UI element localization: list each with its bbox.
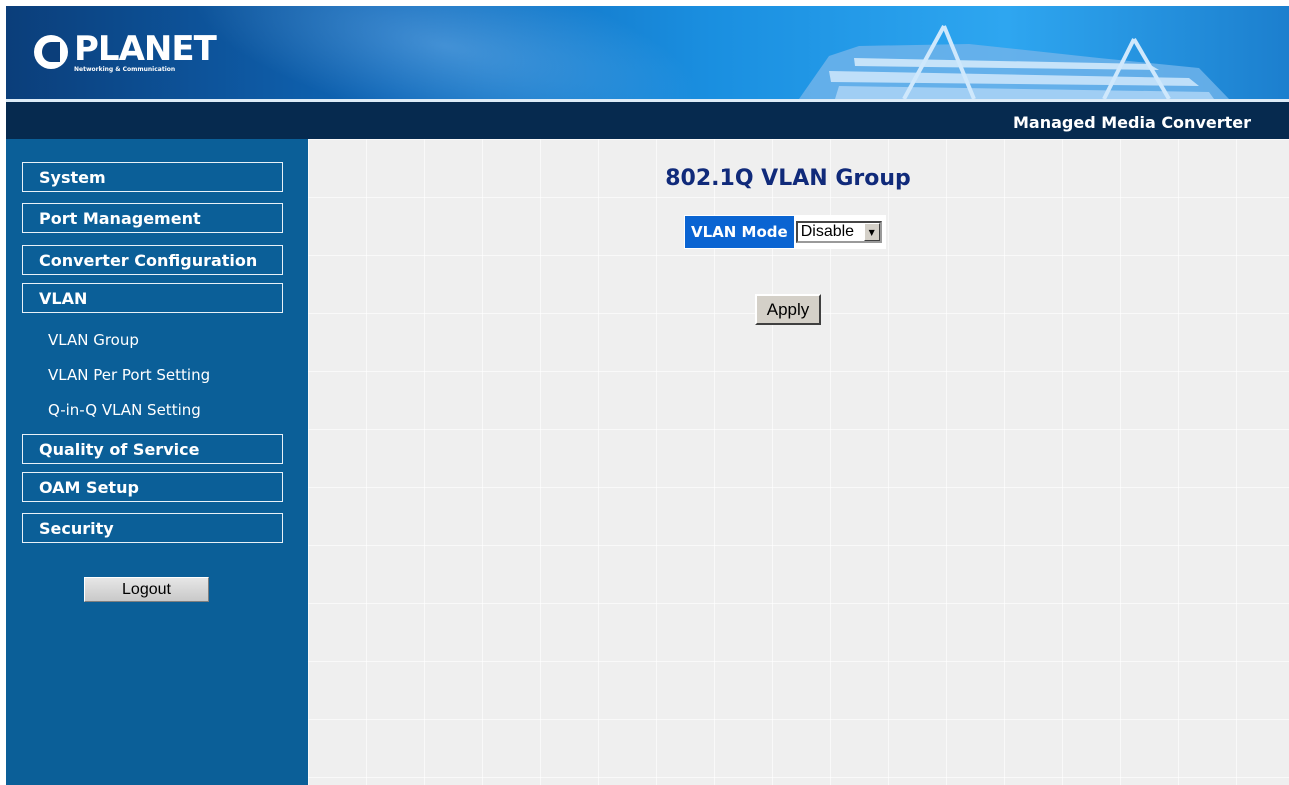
sidebar-item-system[interactable]: System xyxy=(22,162,283,192)
planet-logo: PLANET Networking & Communication xyxy=(34,28,217,74)
sidebar-subitem-q-in-q-vlan-setting[interactable]: Q-in-Q VLAN Setting xyxy=(48,401,201,419)
vlan-mode-cell: Disable ▼ xyxy=(793,216,885,248)
sidebar-item-security[interactable]: Security xyxy=(22,513,283,543)
sidebar-item-oam-setup[interactable]: OAM Setup xyxy=(22,472,283,502)
page-title: 802.1Q VLAN Group xyxy=(665,166,911,191)
banner-swoosh xyxy=(175,6,717,99)
sidebar-item-converter-configuration[interactable]: Converter Configuration xyxy=(22,245,283,275)
sidebar-subitem-vlan-per-port-setting[interactable]: VLAN Per Port Setting xyxy=(48,366,210,384)
vlan-mode-label: VLAN Mode xyxy=(685,216,794,248)
apply-button[interactable]: Apply xyxy=(755,294,821,325)
sidebar-item-quality-of-service[interactable]: Quality of Service xyxy=(22,434,283,464)
logo-brand: PLANET xyxy=(74,28,217,69)
vlan-mode-select[interactable]: Disable ▼ xyxy=(795,221,882,243)
dropdown-arrow-icon[interactable]: ▼ xyxy=(863,223,880,241)
logo-tagline: Networking & Communication xyxy=(74,65,176,73)
sidebar-item-vlan[interactable]: VLAN xyxy=(22,283,283,313)
sidebar: System Port Management Converter Configu… xyxy=(6,139,308,785)
sidebar-item-port-management[interactable]: Port Management xyxy=(22,203,283,233)
title-bar: Managed Media Converter xyxy=(6,102,1289,139)
header-banner: PLANET Networking & Communication xyxy=(6,6,1289,99)
main-content: 802.1Q VLAN Group VLAN Mode Disable ▼ Ap… xyxy=(308,139,1289,785)
vlan-mode-select-value: Disable xyxy=(800,223,855,240)
product-title: Managed Media Converter xyxy=(1013,113,1251,132)
logout-button[interactable]: Logout xyxy=(84,577,209,602)
logo-text: PLANET Networking & Communication xyxy=(74,28,217,73)
building-graphic xyxy=(799,25,1229,99)
sidebar-subitem-vlan-group[interactable]: VLAN Group xyxy=(48,331,139,349)
planet-logo-icon xyxy=(34,35,68,69)
vlan-mode-row: VLAN Mode Disable ▼ xyxy=(684,215,886,249)
